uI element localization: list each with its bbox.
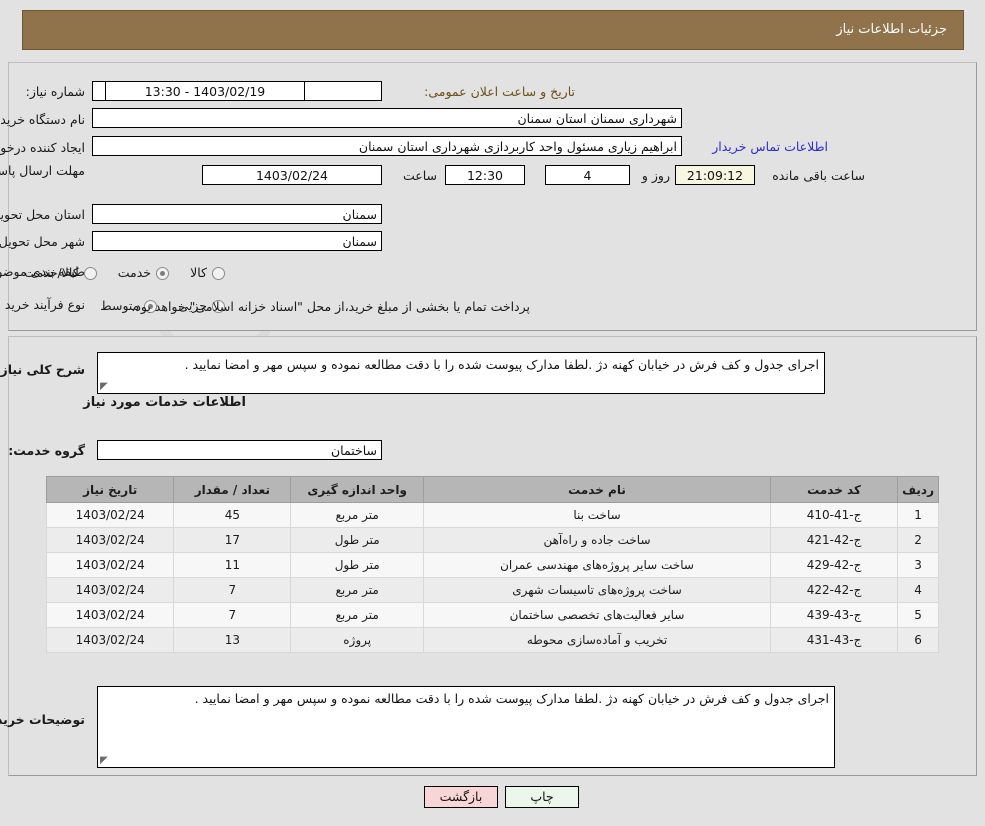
column-header-quantity: تعداد / مقدار (173, 476, 292, 503)
cell-service-name: ساخت بنا (423, 502, 771, 528)
remaining-hours-label: ساعت باقی مانده (772, 168, 865, 183)
resize-grip-icon-2[interactable]: ◥ (100, 755, 110, 766)
deadline-date-field[interactable]: 1403/02/24 (202, 165, 382, 185)
return-button[interactable]: بازگشت (424, 786, 498, 808)
cell-unit: متر طول (290, 552, 425, 578)
cell-service-name: ساخت جاده و راه‌آهن (423, 527, 771, 553)
buyer-notes-textarea[interactable]: اجرای جدول و کف فرش در خیابان کهنه دژ .ل… (97, 686, 835, 768)
cell-unit: متر مربع (290, 502, 425, 528)
category-radio-kala[interactable]: کالا (174, 263, 225, 282)
delivery-city-field[interactable]: سمنان (92, 231, 382, 251)
delivery-city-label: شهر محل تحویل: (0, 234, 85, 249)
delivery-province-label: استان محل تحویل: (0, 207, 85, 222)
cell-need-date: 1403/02/24 (45, 577, 175, 603)
cell-need-date: 1403/02/24 (45, 602, 175, 628)
delivery-province-field[interactable]: سمنان (92, 204, 382, 224)
cell-index: 1 (897, 502, 939, 528)
cell-service-code: ج-43-431 (769, 627, 899, 653)
cell-quantity: 11 (173, 552, 292, 578)
cell-service-name: تخریب و آماده‌سازی محوطه (423, 627, 771, 653)
cell-service-code: ج-43-439 (769, 602, 899, 628)
cell-quantity: 7 (173, 602, 292, 628)
buyer-notes-text: اجرای جدول و کف فرش در خیابان کهنه دژ .ل… (194, 691, 829, 706)
table-row: 3 ج-42-429 ساخت سایر پروژه‌های مهندسی عمرا… (45, 552, 939, 578)
service-group-field[interactable]: ساختمان (97, 440, 382, 460)
buyer-org-label: نام دستگاه خریدار: (0, 112, 85, 127)
table-row: 5 ج-43-439 سایر فعالیت‌های تخصصی ساختمان مت… (45, 602, 939, 628)
cell-service-code: ج-42-422 (769, 577, 899, 603)
service-group-label: گروه خدمت: (8, 443, 85, 458)
services-table: ردیف کد خدمت نام خدمت واحد اندازه گیری ت… (45, 476, 939, 653)
column-header-index: ردیف (897, 476, 939, 503)
cell-service-name: سایر فعالیت‌های تخصصی ساختمان (423, 602, 771, 628)
cell-index: 3 (897, 552, 939, 578)
cell-service-code: ج-42-429 (769, 552, 899, 578)
deadline-hour-label: ساعت (402, 168, 437, 183)
cell-index: 4 (897, 577, 939, 603)
buyer-notes-label: توضیحات خریدار: (0, 712, 85, 727)
column-header-unit: واحد اندازه گیری (290, 476, 425, 503)
need-info-panel (8, 62, 977, 331)
need-number-label: شماره نیاز: (25, 84, 85, 99)
table-row: 6 ج-43-431 تخریب و آماده‌سازی محوطه پروژه 13… (45, 627, 939, 653)
column-header-service-name: نام خدمت (423, 476, 771, 503)
cell-unit: پروژه (290, 627, 425, 653)
column-header-service-code: کد خدمت (769, 476, 899, 503)
category-radio-khedmat[interactable]: خدمت (102, 263, 170, 282)
cell-quantity: 7 (173, 577, 292, 603)
purchase-process-note: پرداخت تمام یا بخشی از مبلغ خرید،از محل … (131, 299, 530, 314)
cell-service-name: ساخت پروژه‌های تاسیسات شهری (423, 577, 771, 603)
cell-service-name: ساخت سایر پروژه‌های مهندسی عمران (423, 552, 771, 578)
announcement-datetime-label: تاریخ و ساعت اعلان عمومی: (424, 84, 575, 99)
cell-need-date: 1403/02/24 (45, 627, 175, 653)
table-row: 2 ج-42-421 ساخت جاده و راه‌آهن متر طول 17 140… (45, 527, 939, 553)
print-button[interactable]: چاپ (505, 786, 579, 808)
table-row: 1 ج-41-410 ساخت بنا متر مربع 45 1403/02/24 (45, 502, 939, 528)
column-header-need-date: تاریخ نیاز (45, 476, 175, 503)
buyer-contact-link[interactable]: اطلاعات تماس خریدار (712, 139, 828, 154)
services-section-heading: اطلاعات خدمات مورد نیاز (83, 395, 246, 410)
general-description-label: شرح کلی نیاز: (0, 362, 85, 377)
deadline-label: مهلت ارسال پاسخ: تا تاریخ: (0, 163, 85, 178)
purchase-process-label: نوع فرآیند خرید : (0, 297, 85, 312)
cell-unit: متر مربع (290, 577, 425, 603)
category-radio-kala-khedmat[interactable]: کالا/خدمت (8, 263, 97, 282)
cell-quantity: 13 (173, 627, 292, 653)
resize-grip-icon[interactable]: ◥ (100, 381, 110, 392)
general-description-text: اجرای جدول و کف فرش در خیابان کهنه دژ .ل… (184, 357, 819, 372)
cell-quantity: 17 (173, 527, 292, 553)
requester-label: ایجاد کننده درخواست: (0, 140, 85, 155)
requester-field[interactable]: ابراهیم زیاری مسئول واحد کاربردازی شهردا… (92, 136, 682, 156)
countdown-timer-field: 21:09:12 (675, 165, 755, 185)
deadline-time-field[interactable]: 12:30 (445, 165, 525, 185)
page-header-bar: جزئیات اطلاعات نیاز (22, 10, 964, 50)
cell-unit: متر طول (290, 527, 425, 553)
cell-service-code: ج-41-410 (769, 502, 899, 528)
cell-index: 2 (897, 527, 939, 553)
cell-need-date: 1403/02/24 (45, 552, 175, 578)
cell-unit: متر مربع (290, 602, 425, 628)
table-row: 4 ج-42-422 ساخت پروژه‌های تاسیسات شهری متر … (45, 577, 939, 603)
remaining-days-field[interactable]: 4 (545, 165, 630, 185)
days-label: روز و (641, 168, 670, 183)
general-description-textarea[interactable]: اجرای جدول و کف فرش در خیابان کهنه دژ .ل… (97, 352, 825, 394)
cell-index: 6 (897, 627, 939, 653)
category-radio-group: کالا خدمت کالا/خدمت (8, 263, 225, 282)
buyer-org-field[interactable]: شهرداری سمنان استان سمنان (92, 108, 682, 128)
announcement-datetime-field[interactable]: 1403/02/19 - 13:30 (105, 81, 305, 101)
cell-quantity: 45 (173, 502, 292, 528)
cell-need-date: 1403/02/24 (45, 527, 175, 553)
cell-index: 5 (897, 602, 939, 628)
table-header-row: ردیف کد خدمت نام خدمت واحد اندازه گیری ت… (45, 476, 939, 503)
cell-need-date: 1403/02/24 (45, 502, 175, 528)
page-title: جزئیات اطلاعات نیاز (836, 22, 947, 37)
cell-service-code: ج-42-421 (769, 527, 899, 553)
